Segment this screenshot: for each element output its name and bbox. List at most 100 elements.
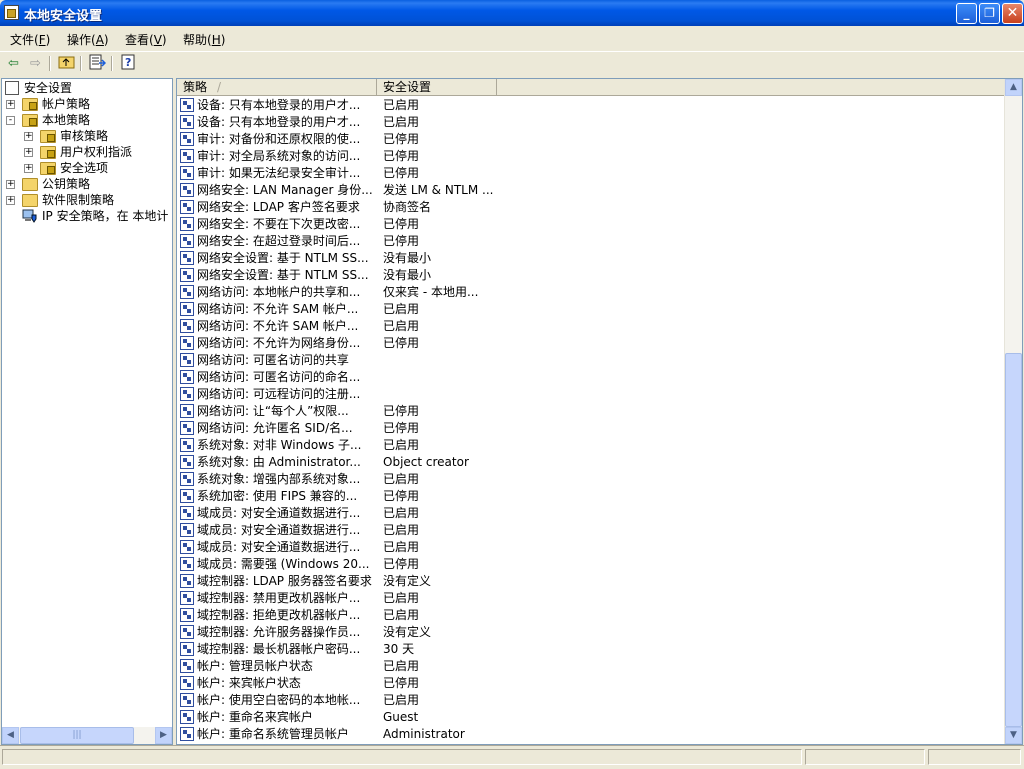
scroll-up-button[interactable]: ▲ [1005, 79, 1022, 96]
table-row[interactable]: 网络访问: 不允许 SAM 帐户... 已启用 [177, 301, 1007, 318]
tree-item-local-policy[interactable]: - 本地策略 [6, 112, 166, 128]
folder-lock-icon [40, 130, 56, 143]
tree-item-software-restriction[interactable]: + 软件限制策略 [6, 192, 166, 208]
tree-item-public-key[interactable]: + 公钥策略 [6, 176, 166, 192]
table-row[interactable]: 网络访问: 不允许为网络身份... 已停用 [177, 335, 1007, 352]
policy-setting-icon [180, 506, 194, 520]
back-arrow-icon[interactable]: ⇦ [4, 54, 23, 73]
table-row[interactable]: 帐户: 使用空白密码的本地帐... 已启用 [177, 692, 1007, 709]
table-row[interactable]: 审计: 如果无法纪录安全审计... 已停用 [177, 165, 1007, 182]
policy-name: 设备: 只有本地登录的用户才... [197, 98, 361, 112]
policy-name: 系统对象: 对非 Windows 子... [197, 438, 362, 452]
table-row[interactable]: 系统加密: 使用 FIPS 兼容的... 已停用 [177, 488, 1007, 505]
table-row[interactable]: 域控制器: 禁用更改机器帐户... 已启用 [177, 590, 1007, 607]
scroll-down-button[interactable]: ▼ [1005, 727, 1022, 744]
policy-name: 帐户: 来宾帐户状态 [197, 676, 301, 690]
scroll-thumb[interactable]: ||| [20, 727, 134, 744]
policy-setting-icon [180, 234, 194, 248]
table-row[interactable]: 系统对象: 对非 Windows 子... 已启用 [177, 437, 1007, 454]
table-row[interactable]: 网络安全设置: 基于 NTLM SS... 没有最小 [177, 267, 1007, 284]
policy-name: 域控制器: LDAP 服务器签名要求 [197, 574, 372, 588]
table-row[interactable]: 审计: 对备份和还原权限的使... 已停用 [177, 131, 1007, 148]
policy-name: 帐户: 重命名系统管理员帐户 [197, 727, 349, 741]
table-row[interactable]: 设备: 只有本地登录的用户才... 已启用 [177, 97, 1007, 114]
policy-setting-value: 已停用 [383, 336, 420, 350]
table-row[interactable]: 设备: 只有本地登录的用户才... 已启用 [177, 114, 1007, 131]
policy-name: 网络访问: 让“每个人”权限... [197, 404, 349, 418]
table-row[interactable]: 域成员: 对安全通道数据进行... 已启用 [177, 539, 1007, 556]
column-header-filler [497, 79, 1007, 96]
list-vertical-scrollbar[interactable]: ▲ ▼ [1004, 79, 1022, 744]
table-row[interactable]: 网络访问: 可匿名访问的共享 [177, 352, 1007, 369]
policy-name: 网络访问: 本地帐户的共享和... [197, 285, 361, 299]
table-row[interactable]: 域控制器: 允许服务器操作员... 没有定义 [177, 624, 1007, 641]
toolbar: ⇦ ⇨ ? [0, 51, 1024, 76]
restore-button[interactable]: ❐ [979, 3, 1000, 24]
expand-toggle[interactable]: + [24, 148, 33, 157]
policy-setting-value: 已启用 [383, 540, 420, 554]
policy-setting-icon [180, 183, 194, 197]
table-row[interactable]: 帐户: 重命名系统管理员帐户 Administrator [177, 726, 1007, 743]
expand-toggle[interactable]: + [6, 196, 15, 205]
table-row[interactable]: 网络安全: 不要在下次更改密... 已停用 [177, 216, 1007, 233]
forward-arrow-icon[interactable]: ⇨ [26, 54, 45, 73]
table-row[interactable]: 网络安全设置: 基于 NTLM SS... 没有最小 [177, 250, 1007, 267]
tree-horizontal-scrollbar[interactable]: ◀ ||| ▶ [2, 727, 172, 744]
table-row[interactable]: 帐户: 来宾帐户状态 已停用 [177, 675, 1007, 692]
table-row[interactable]: 网络访问: 本地帐户的共享和... 仅来宾 - 本地用... [177, 284, 1007, 301]
table-row[interactable]: 域控制器: 拒绝更改机器帐户... 已启用 [177, 607, 1007, 624]
menu-help[interactable]: 帮助(H) [183, 31, 225, 48]
close-button[interactable]: ✕ [1002, 3, 1023, 24]
table-row[interactable]: 网络安全: 在超过登录时间后... 已停用 [177, 233, 1007, 250]
table-row[interactable]: 网络访问: 可匿名访问的命名... [177, 369, 1007, 386]
table-row[interactable]: 网络安全: LAN Manager 身份... 发送 LM & NTLM ... [177, 182, 1007, 199]
policy-setting-value: 已停用 [383, 149, 420, 163]
scroll-right-button[interactable]: ▶ [155, 727, 172, 744]
policy-setting-icon [180, 608, 194, 622]
expand-toggle[interactable]: + [24, 132, 33, 141]
help-icon[interactable]: ? [119, 54, 138, 73]
table-row[interactable]: 网络访问: 让“每个人”权限... 已停用 [177, 403, 1007, 420]
table-row[interactable]: 域成员: 对安全通道数据进行... 已启用 [177, 505, 1007, 522]
table-row[interactable]: 网络访问: 允许匿名 SID/名... 已停用 [177, 420, 1007, 437]
collapse-toggle[interactable]: - [6, 116, 15, 125]
menu-action[interactable]: 操作(A) [67, 31, 109, 48]
column-header-policy[interactable]: 策略 / [177, 79, 377, 96]
up-folder-icon[interactable] [57, 54, 76, 73]
tree-item-ip-security[interactable]: IP 安全策略，在 本地计 [6, 208, 172, 224]
menu-file[interactable]: 文件(F) [10, 31, 50, 48]
table-row[interactable]: 域控制器: 最长机器帐户密码... 30 天 [177, 641, 1007, 658]
column-header-setting[interactable]: 安全设置 [377, 79, 497, 96]
table-row[interactable]: 帐户: 重命名来宾帐户 Guest [177, 709, 1007, 726]
expand-toggle[interactable]: + [6, 100, 15, 109]
svg-text:?: ? [125, 56, 131, 69]
table-row[interactable]: 域控制器: LDAP 服务器签名要求 没有定义 [177, 573, 1007, 590]
policy-name: 系统对象: 由 Administrator... [197, 455, 361, 469]
policy-list-pane[interactable]: 策略 / 安全设置 设备: 只有本地登录的用户才... 已启用 设备: 只有本地登录… [176, 78, 1023, 745]
scroll-left-button[interactable]: ◀ [2, 727, 19, 744]
tree-item-account-policy[interactable]: + 帐户策略 [6, 96, 166, 112]
export-list-icon[interactable] [88, 54, 107, 73]
policy-setting-value: 已启用 [383, 506, 420, 520]
table-row[interactable]: 域成员: 需要强 (Windows 20... 已停用 [177, 556, 1007, 573]
tree-pane[interactable]: 安全设置 + 帐户策略 - 本地策略 + 审核策略 + 用户权利指派 + 安全选… [1, 78, 173, 745]
menu-view[interactable]: 查看(V) [125, 31, 167, 48]
table-row[interactable]: 系统对象: 由 Administrator... Object creator [177, 454, 1007, 471]
table-row[interactable]: 域成员: 对安全通道数据进行... 已启用 [177, 522, 1007, 539]
table-row[interactable]: 网络访问: 不允许 SAM 帐户... 已启用 [177, 318, 1007, 335]
tree-item-audit-policy[interactable]: + 审核策略 [24, 128, 168, 144]
policy-setting-icon [180, 438, 194, 452]
tree-item-security-options[interactable]: + 安全选项 [24, 160, 168, 176]
policy-setting-icon [180, 115, 194, 129]
table-row[interactable]: 帐户: 管理员帐户状态 已启用 [177, 658, 1007, 675]
table-row[interactable]: 审计: 对全局系统对象的访问... 已停用 [177, 148, 1007, 165]
scroll-thumb[interactable] [1005, 353, 1022, 727]
tree-item-user-rights[interactable]: + 用户权利指派 [24, 144, 168, 160]
table-row[interactable]: 网络访问: 可远程访问的注册... [177, 386, 1007, 403]
table-row[interactable]: 网络安全: LDAP 客户签名要求 协商签名 [177, 199, 1007, 216]
policy-setting-icon [180, 727, 194, 741]
expand-toggle[interactable]: + [24, 164, 33, 173]
table-row[interactable]: 系统对象: 增强内部系统对象... 已启用 [177, 471, 1007, 488]
minimize-button[interactable]: _ [956, 3, 977, 24]
expand-toggle[interactable]: + [6, 180, 15, 189]
